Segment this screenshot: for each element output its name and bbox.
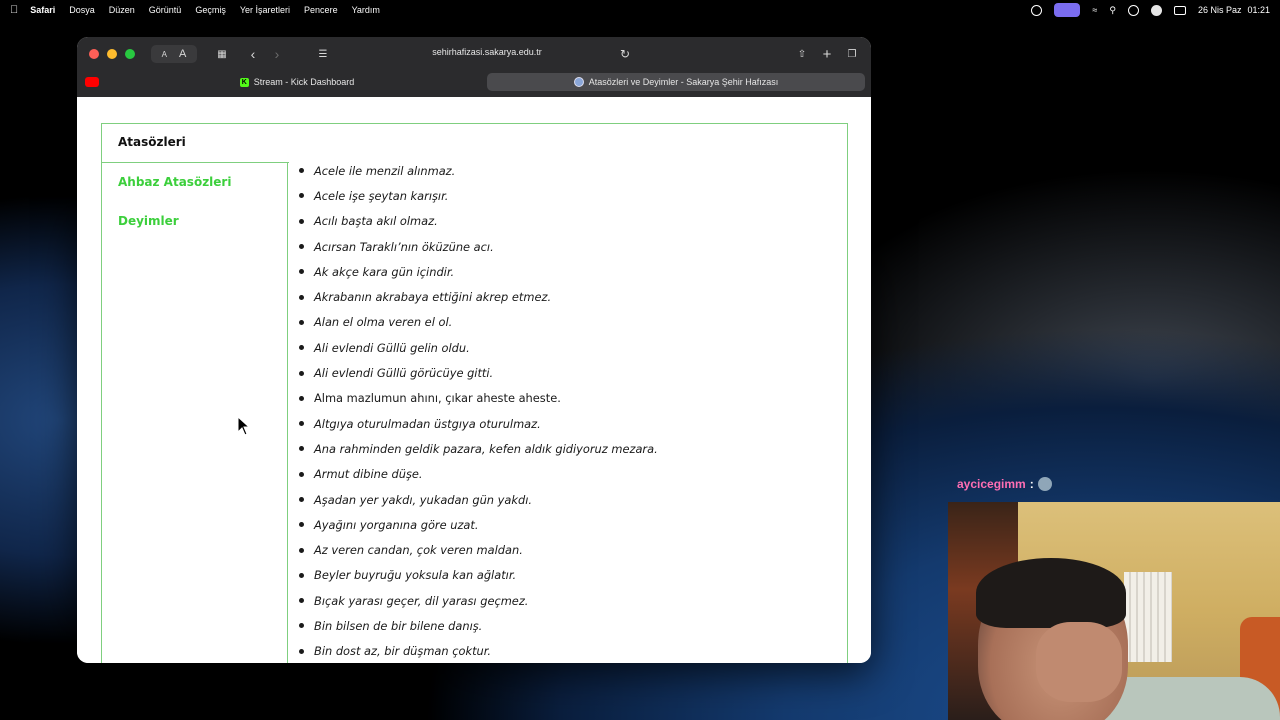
tabs-container: Atasözleri Ahbaz Atasözleri Deyimler Ace… [101, 123, 848, 663]
text-size-larger-button[interactable]: A [179, 48, 186, 60]
menu-bookmarks[interactable]: Yer İşaretleri [240, 5, 290, 15]
screen-record-icon[interactable] [1031, 4, 1043, 16]
list-item: Beyler buyruğu yoksula kan ağlatır. [314, 563, 658, 588]
safari-window: A A ▦ ‹ › ☰ sehirhafizasi.sakarya.edu.tr… [77, 37, 871, 663]
wifi-icon[interactable]: ≈ [1092, 5, 1097, 15]
menu-edit[interactable]: Düzen [109, 5, 135, 15]
text-size-smaller-button[interactable]: A [162, 50, 167, 59]
user-icon[interactable] [1150, 4, 1162, 16]
reload-icon[interactable]: ↻ [615, 45, 635, 63]
menu-date[interactable]: 26 Nis Paz [1198, 5, 1242, 15]
list-item: Alan el olma veren el ol. [314, 310, 658, 335]
web-page: Atasözleri Ahbaz Atasözleri Deyimler Ace… [77, 97, 871, 663]
list-item: Ayağını yorganına göre uzat. [314, 512, 658, 537]
side-tab-list: Atasözleri Ahbaz Atasözleri Deyimler [102, 124, 289, 663]
list-item: Ana rahminden geldik pazara, kefen aldık… [314, 436, 658, 461]
menu-window[interactable]: Pencere [304, 5, 338, 15]
window-controls [89, 49, 135, 59]
menu-app-name[interactable]: Safari [30, 5, 55, 15]
list-item: Bin bilsen de bir bilene danış. [314, 613, 658, 638]
stream-chat-message: aycicegimm : [957, 477, 1052, 491]
address-bar[interactable]: sehirhafizasi.sakarya.edu.tr [337, 47, 637, 57]
mouse-cursor-icon [237, 416, 251, 436]
apple-icon[interactable]:  [10, 4, 18, 16]
menu-history[interactable]: Geçmiş [195, 5, 226, 15]
emote-icon [1037, 477, 1052, 491]
webcam-person-hand [1036, 622, 1122, 702]
webcam-person-hair [976, 558, 1126, 628]
menu-help[interactable]: Yardım [352, 5, 380, 15]
menu-time[interactable]: 01:21 [1247, 5, 1270, 15]
youtube-pinned-tab-icon[interactable] [85, 77, 99, 87]
webcam-overlay [948, 502, 1280, 720]
kick-icon: K [239, 77, 249, 87]
list-item: Ali evlendi Güllü görücüye gitti. [314, 360, 658, 385]
play-icon[interactable] [1127, 4, 1139, 16]
site-favicon-icon [573, 77, 584, 87]
list-item: Bin dost az, bir düşman çoktur. [314, 639, 658, 663]
toolbar: A A ▦ ‹ › ☰ sehirhafizasi.sakarya.edu.tr… [77, 37, 871, 97]
page-menu-icon[interactable]: ☰ [313, 45, 333, 63]
tab-kick-dashboard[interactable]: K Stream - Kick Dashboard [107, 73, 487, 91]
tab-atasozleri-link[interactable]: Atasözleri [102, 124, 289, 163]
tab-overview-icon[interactable]: ❐ [843, 45, 861, 63]
list-item: Alma mazlumun ahını, çıkar aheste aheste… [314, 386, 658, 411]
list-item: Acılı başta akıl olmaz. [314, 209, 658, 234]
list-item: Ak akçe kara gün içindir. [314, 259, 658, 284]
list-item: Az veren candan, çok veren maldan. [314, 537, 658, 562]
list-item: Akrabanın akrabaya ettiğini akrep etmez. [314, 284, 658, 309]
zoom-window-button[interactable] [125, 49, 135, 59]
list-item: Altgıya oturulmadan üstgıya oturulmaz. [314, 411, 658, 436]
menu-file[interactable]: Dosya [69, 5, 95, 15]
apps-grid-icon[interactable]: ▦ [213, 45, 231, 63]
list-item: Acele ile menzil alınmaz. [314, 158, 658, 183]
proverb-list: Acele ile menzil alınmaz. Acele işe şeyt… [314, 158, 658, 663]
list-item: Acırsan Taraklı’nın öküzüne acı. [314, 234, 658, 259]
tab-atasozleri[interactable]: Atasözleri ve Deyimler - Sakarya Şehir H… [487, 73, 865, 91]
forward-icon[interactable]: › [267, 45, 287, 63]
list-item: Bıçak yarası geçer, dil yarası geçmez. [314, 588, 658, 613]
tab-ahbaz-atasozleri-link[interactable]: Ahbaz Atasözleri [102, 169, 287, 202]
menu-view[interactable]: Görüntü [149, 5, 182, 15]
tab-deyimler-link[interactable]: Deyimler [102, 208, 287, 241]
tab-bar: K Stream - Kick Dashboard Atasözleri ve … [77, 73, 871, 93]
text-size-control[interactable]: A A [151, 45, 197, 63]
minimize-window-button[interactable] [107, 49, 117, 59]
close-window-button[interactable] [89, 49, 99, 59]
list-item: Aşadan yer yakdı, yukadan gün yakdı. [314, 487, 658, 512]
list-item: Ali evlendi Güllü gelin oldu. [314, 335, 658, 360]
control-center-icon[interactable] [1173, 5, 1186, 15]
search-icon[interactable]: ⚲ [1109, 5, 1116, 16]
back-icon[interactable]: ‹ [243, 45, 263, 63]
list-item: Armut dibine düşe. [314, 462, 658, 487]
tab-label: Stream - Kick Dashboard [253, 77, 355, 87]
tab-label: Atasözleri ve Deyimler - Sakarya Şehir H… [588, 77, 779, 87]
webcam-background-radiator [1124, 572, 1172, 662]
screen-share-icon[interactable] [1054, 3, 1081, 17]
chat-username: aycicegimm [957, 477, 1026, 491]
menu-bar:  Safari Dosya Düzen Görüntü Geçmiş Yer … [0, 0, 1280, 20]
share-icon[interactable]: ⇧ [793, 45, 811, 63]
new-tab-icon[interactable]: + [818, 45, 836, 63]
chat-separator: : [1029, 477, 1034, 491]
list-item: Acele işe şeytan karışır. [314, 183, 658, 208]
